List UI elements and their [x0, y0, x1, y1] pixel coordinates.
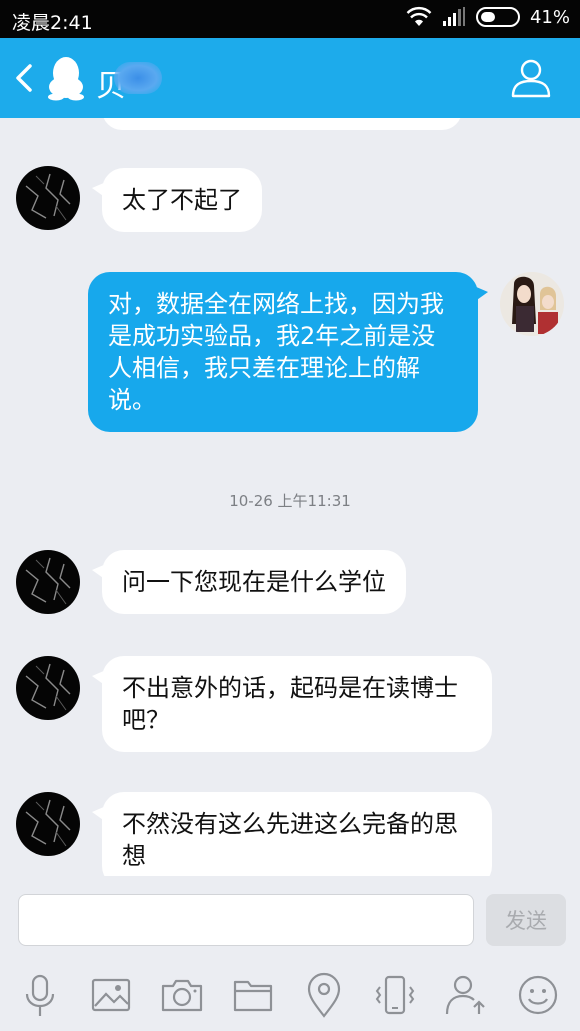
profile-icon[interactable] [510, 56, 552, 98]
message-text: 问一下您现在是什么学位 [122, 568, 386, 596]
microphone-icon[interactable] [17, 972, 63, 1018]
message-bubble[interactable]: 不然没有这么先进这么完备的思想 [92, 792, 492, 876]
back-arrow-icon[interactable] [10, 58, 40, 98]
send-button[interactable]: 发送 [486, 894, 566, 946]
status-time: 凌晨2:41 [12, 12, 93, 34]
shake-phone-icon[interactable] [372, 972, 418, 1018]
input-bar: 发送 [0, 876, 580, 1031]
battery-icon [475, 7, 520, 27]
my-avatar[interactable] [500, 272, 564, 336]
contact-avatar[interactable] [16, 656, 80, 720]
contact-avatar[interactable] [16, 166, 80, 230]
message-text: 太了不起了 [122, 186, 242, 214]
status-right-group: 41% [406, 6, 570, 28]
image-icon[interactable] [88, 972, 134, 1018]
status-bar: 凌晨2:41 41% [0, 0, 580, 38]
previous-message-bubble [102, 118, 462, 130]
chat-header: 贝 [0, 38, 580, 118]
emoji-icon[interactable] [515, 972, 561, 1018]
location-icon[interactable] [301, 972, 347, 1018]
battery-percent: 41% [529, 6, 570, 28]
message-text: 不然没有这么先进这么完备的思想 [122, 810, 458, 870]
redacted-name-blur [114, 62, 162, 94]
qq-penguin-icon [48, 57, 84, 101]
message-list[interactable]: 太了不起了 对，数据全在网络上找，因为我是成功实验品，我2年之前是没人相信，我只… [0, 118, 580, 876]
message-text: 不出意外的话，起码是在读博士吧？ [122, 674, 458, 734]
contact-avatar[interactable] [16, 550, 80, 614]
message-text: 对，数据全在网络上找，因为我是成功实验品，我2年之前是没人相信，我只差在理论上的… [108, 290, 444, 414]
message-bubble[interactable]: 问一下您现在是什么学位 [92, 550, 406, 614]
wifi-icon [406, 6, 432, 26]
message-bubble[interactable]: 太了不起了 [92, 168, 262, 232]
folder-icon[interactable] [230, 972, 276, 1018]
contact-avatar[interactable] [16, 792, 80, 856]
message-timestamp: 10-26 上午11:31 [229, 492, 351, 510]
camera-icon[interactable] [159, 972, 205, 1018]
message-bubble-self[interactable]: 对，数据全在网络上找，因为我是成功实验品，我2年之前是没人相信，我只差在理论上的… [88, 272, 488, 432]
input-toolbar [0, 972, 580, 1024]
message-input[interactable] [18, 894, 474, 946]
share-contact-icon[interactable] [443, 972, 489, 1018]
message-bubble[interactable]: 不出意外的话，起码是在读博士吧？ [92, 656, 492, 752]
signal-icon [442, 7, 465, 26]
